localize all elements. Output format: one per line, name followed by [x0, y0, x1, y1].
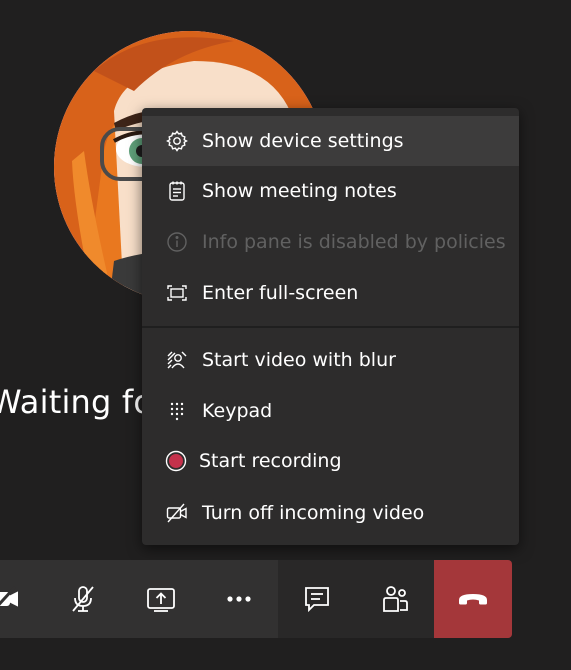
menu-item-show-device-settings[interactable]: Show device settings: [142, 116, 519, 166]
dialpad-icon: [164, 398, 190, 424]
participants-button[interactable]: [356, 560, 434, 638]
menu-divider: [142, 326, 519, 328]
share-screen-button[interactable]: [122, 560, 200, 638]
menu-item-label: Show meeting notes: [202, 180, 397, 202]
menu-item-info-pane-disabled: Info pane is disabled by policies: [142, 217, 519, 267]
menu-item-label: Start video with blur: [202, 349, 396, 371]
menu-item-label: Info pane is disabled by policies: [202, 231, 506, 253]
more-options-icon: [223, 583, 255, 615]
more-options-button[interactable]: [200, 560, 278, 638]
share-screen-icon: [145, 583, 177, 615]
menu-item-start-video-with-blur[interactable]: Start video with blur: [142, 335, 519, 385]
camera-toggle-button[interactable]: [0, 560, 44, 638]
menu-item-label: Keypad: [202, 400, 273, 422]
participants-icon: [379, 583, 411, 615]
menu-item-start-recording[interactable]: Start recording: [142, 436, 519, 486]
menu-item-show-meeting-notes[interactable]: Show meeting notes: [142, 166, 519, 216]
call-toolbar: [0, 560, 512, 638]
more-options-menu: Show device settings Show meeting notes: [142, 108, 519, 545]
menu-item-label: Start recording: [199, 450, 342, 472]
mic-off-icon: [67, 583, 99, 615]
microphone-toggle-button[interactable]: [44, 560, 122, 638]
record-icon: [164, 448, 190, 474]
notes-icon: [164, 178, 190, 204]
waiting-status-text: Waiting fo: [0, 383, 154, 421]
menu-item-turn-off-incoming-video[interactable]: Turn off incoming video: [142, 488, 519, 538]
menu-item-label: Turn off incoming video: [202, 502, 425, 524]
menu-item-enter-full-screen[interactable]: Enter full-screen: [142, 268, 519, 318]
menu-item-keypad[interactable]: Keypad: [142, 386, 519, 436]
menu-item-label: Enter full-screen: [202, 282, 359, 304]
info-icon: [164, 229, 190, 255]
camera-off-icon: [0, 583, 21, 615]
blur-background-icon: [164, 347, 190, 373]
hang-up-button[interactable]: [434, 560, 512, 638]
menu-item-label: Show device settings: [202, 130, 404, 152]
chat-button[interactable]: [278, 560, 356, 638]
gear-icon: [164, 128, 190, 154]
video-off-icon: [164, 500, 190, 526]
fullscreen-icon: [164, 280, 190, 306]
chat-icon: [301, 583, 333, 615]
hang-up-icon: [456, 582, 490, 616]
